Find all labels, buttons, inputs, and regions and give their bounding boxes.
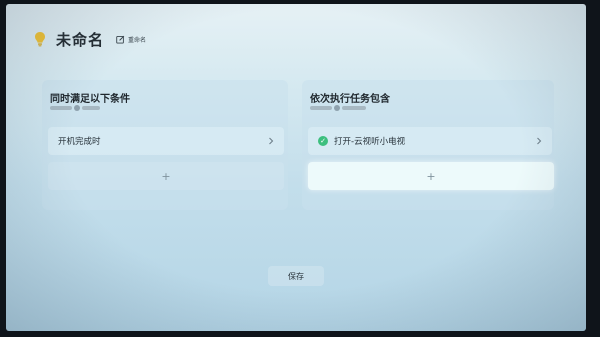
rename-button[interactable]: 重命名: [116, 35, 146, 44]
page-title: 未命名: [56, 30, 105, 49]
edit-icon: [116, 35, 125, 44]
info-icon: [334, 105, 340, 111]
conditions-hint: [50, 105, 100, 111]
plus-icon: +: [161, 169, 171, 183]
plus-icon: +: [426, 169, 436, 183]
screen: 未命名 重命名 同时满足以下条件 开机完成时 + 依次执行任务包含 ✓ 打开-云…: [6, 4, 586, 331]
condition-item-label: 开机完成时: [58, 137, 101, 147]
task-item[interactable]: ✓ 打开-云视听小电视: [308, 127, 552, 155]
condition-item[interactable]: 开机完成时: [48, 127, 284, 155]
tasks-title: 依次执行任务包含: [310, 94, 390, 105]
rename-label: 重命名: [128, 36, 147, 44]
task-item-label: 打开-云视听小电视: [334, 137, 406, 147]
tasks-hint: [310, 105, 366, 111]
app-check-icon: ✓: [318, 136, 328, 146]
page-header: 未命名 重命名: [34, 28, 146, 50]
add-task-button[interactable]: +: [308, 162, 554, 190]
chevron-right-icon: [269, 137, 274, 145]
lightbulb-icon: [35, 32, 45, 47]
save-button[interactable]: 保存: [268, 266, 324, 286]
chevron-right-icon: [537, 137, 542, 145]
info-icon: [74, 105, 80, 111]
add-condition-button[interactable]: +: [48, 162, 284, 190]
conditions-title: 同时满足以下条件: [50, 94, 130, 105]
save-label: 保存: [288, 271, 304, 281]
conditions-card: 同时满足以下条件 开机完成时 +: [42, 80, 288, 210]
tasks-card: 依次执行任务包含 ✓ 打开-云视听小电视 +: [302, 80, 554, 210]
